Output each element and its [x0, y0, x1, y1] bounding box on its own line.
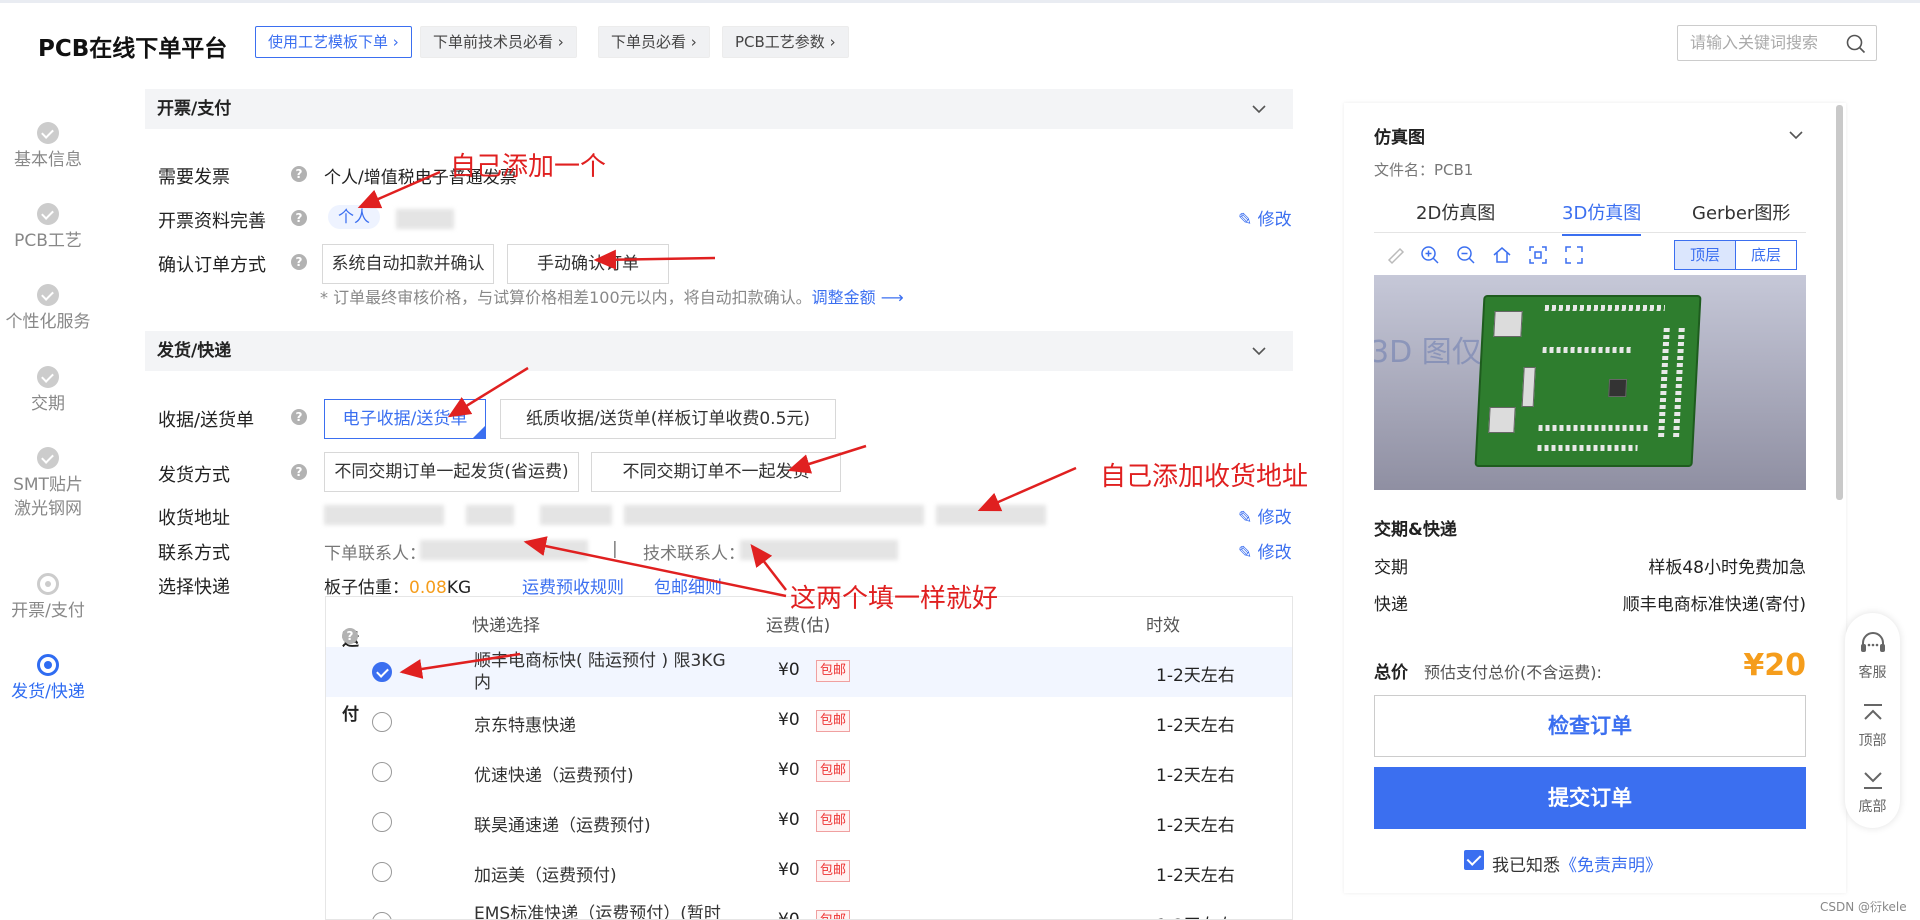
arrow-to-e-receipt	[447, 366, 529, 418]
arrow-to-manual-confirm	[593, 249, 716, 270]
arrow-to-ship-separate	[787, 444, 867, 474]
arrow-to-address	[977, 466, 1077, 512]
arrow-to-selected-courier	[399, 652, 521, 679]
annotation-arrows	[357, 170, 1077, 679]
arrow-to-tech-contact	[750, 544, 787, 591]
arrow-to-invoice-person	[357, 170, 441, 209]
arrow-to-order-contact	[523, 536, 787, 598]
